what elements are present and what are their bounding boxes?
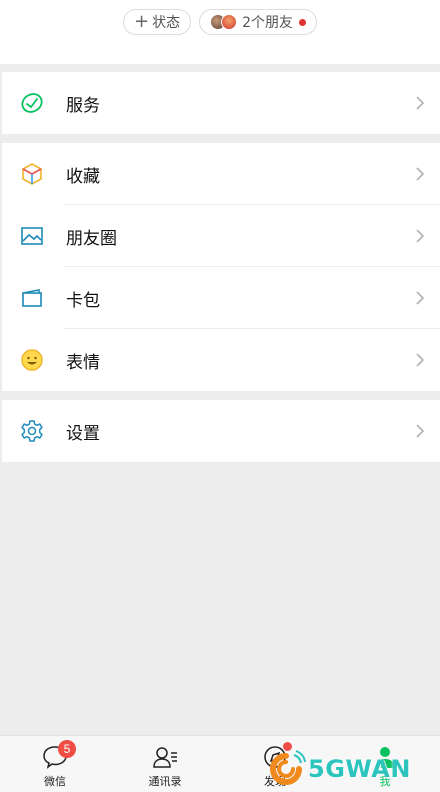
add-status-label: 状态 [152,15,181,31]
menu-item-cards[interactable]: 卡包 [2,267,440,329]
services-icon [20,91,44,115]
menu-label: 设置 [66,423,100,444]
watermark-logo: 5GWAN [266,746,440,792]
chevron-right-icon [416,96,425,110]
tab-chats[interactable]: 5 微信 [0,736,110,792]
watermark-text: 5GWAN [308,755,411,783]
add-status-button[interactable]: + 状态 [122,9,192,35]
features-group: 收藏 朋友圈 卡包 表情 [2,143,440,391]
contacts-icon [151,744,179,770]
tab-contacts[interactable]: 通讯录 [110,736,220,792]
menu-item-moments[interactable]: 朋友圈 [2,205,440,267]
smiley-icon [20,348,44,372]
plus-icon: + [133,11,150,32]
menu-item-settings[interactable]: 设置 [2,400,440,462]
menu-label: 表情 [66,352,100,373]
chat-bubble-icon: 5 [41,740,76,770]
menu-label: 收藏 [66,166,100,187]
menu-item-favorites[interactable]: 收藏 [2,143,440,205]
settings-group: 设置 [2,400,440,462]
menu-item-stickers[interactable]: 表情 [2,329,440,391]
services-group: 服务 [2,72,440,134]
chevron-right-icon [416,291,425,305]
watermark-swirl-icon [270,750,306,785]
unread-dot-icon [299,18,306,26]
chevron-right-icon [416,229,425,243]
tab-label: 微信 [44,775,66,788]
status-area: + 状态 2个朋友 [0,0,440,64]
picture-icon [20,224,44,248]
friends-status-button[interactable]: 2个朋友 [199,9,317,35]
menu-label: 卡包 [66,290,100,311]
avatar [221,14,238,30]
friends-status-label: 2个朋友 [242,15,293,31]
menu-label: 朋友圈 [66,228,117,249]
card-wallet-icon [20,286,44,310]
chevron-right-icon [416,424,425,438]
menu-item-services[interactable]: 服务 [2,72,440,134]
chevron-right-icon [416,167,425,181]
unread-badge: 5 [58,740,76,758]
menu-label: 服务 [66,95,100,116]
friend-avatars [210,14,238,30]
chevron-right-icon [416,353,425,367]
gear-icon [20,419,44,443]
cube-icon [20,162,44,186]
tab-label: 通讯录 [148,775,182,788]
